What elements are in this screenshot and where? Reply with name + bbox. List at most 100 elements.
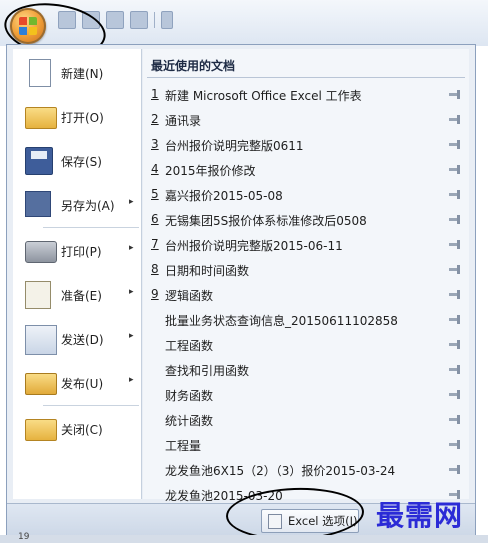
- recent-document-item[interactable]: 9 逻辑函数: [143, 283, 469, 308]
- pin-glyph: [449, 163, 461, 175]
- save-as-icon: [25, 191, 51, 217]
- pin-icon[interactable]: [449, 138, 461, 150]
- recent-item-name: 逻辑函数: [165, 289, 214, 303]
- pin-icon[interactable]: [449, 263, 461, 275]
- pin-icon[interactable]: [449, 188, 461, 200]
- menu-item-save-as[interactable]: 另存为(A) ▸: [13, 185, 141, 225]
- recent-item-number: 3: [151, 137, 159, 151]
- submenu-arrow-icon: ▸: [129, 375, 134, 385]
- menu-item-label: 新建(N): [61, 67, 104, 81]
- recent-document-item[interactable]: 查找和引用函数: [143, 358, 469, 383]
- save-disk-icon: [25, 147, 53, 175]
- header-divider: [147, 77, 465, 78]
- pin-icon[interactable]: [449, 213, 461, 225]
- pin-icon[interactable]: [449, 88, 461, 100]
- menu-item-label: 发送(D): [61, 333, 104, 347]
- pin-glyph: [449, 363, 461, 375]
- submenu-arrow-icon: ▸: [129, 243, 134, 253]
- recent-document-item[interactable]: 3 台州报价说明完整版0611: [143, 133, 469, 158]
- recent-document-item[interactable]: 4 2015年报价修改: [143, 158, 469, 183]
- pin-icon[interactable]: [449, 438, 461, 450]
- menu-item-open[interactable]: 打开(O): [13, 97, 141, 137]
- menu-item-prepare[interactable]: 准备(E) ▸: [13, 275, 141, 315]
- recent-document-item[interactable]: 2 通讯录: [143, 108, 469, 133]
- pin-glyph: [449, 388, 461, 400]
- watermark-text: 最需网: [376, 499, 464, 532]
- print-preview-icon[interactable]: [130, 11, 148, 29]
- recent-document-item[interactable]: 7 台州报价说明完整版2015-06-11: [143, 233, 469, 258]
- pin-icon[interactable]: [449, 113, 461, 125]
- sheet-row-strip: 19: [0, 532, 488, 543]
- pin-icon[interactable]: [449, 288, 461, 300]
- recent-document-item[interactable]: 工程量: [143, 433, 469, 458]
- recent-item-name: 新建 Microsoft Office Excel 工作表: [165, 89, 362, 103]
- submenu-arrow-icon: ▸: [129, 197, 134, 207]
- recent-item-number: 1: [151, 87, 159, 101]
- menu-item-new[interactable]: 新建(N): [13, 53, 141, 93]
- pin-icon[interactable]: [449, 413, 461, 425]
- menu-commands: 新建(N) 打开(O) 保存(S) 另存为(A) ▸ 打印(P) ▸ 准备(E)…: [13, 49, 142, 499]
- menu-divider: [43, 405, 139, 406]
- publish-icon: [25, 373, 57, 395]
- prepare-icon: [25, 281, 51, 309]
- menu-divider: [43, 227, 139, 228]
- pin-glyph: [449, 263, 461, 275]
- close-folder-icon: [25, 419, 57, 441]
- menu-item-label: 关闭(C): [61, 423, 103, 437]
- menu-item-publish[interactable]: 发布(U) ▸: [13, 363, 141, 403]
- recent-documents-panel: 最近使用的文档 1 新建 Microsoft Office Excel 工作表 2 通…: [143, 49, 469, 503]
- pin-glyph: [449, 88, 461, 100]
- pin-glyph: [449, 238, 461, 250]
- customize-dropdown-icon[interactable]: [161, 11, 173, 29]
- recent-document-item[interactable]: 统计函数: [143, 408, 469, 433]
- menu-item-save[interactable]: 保存(S): [13, 141, 141, 181]
- recent-document-item[interactable]: 5 嘉兴报价2015-05-08: [143, 183, 469, 208]
- recent-document-item[interactable]: 1 新建 Microsoft Office Excel 工作表: [143, 83, 469, 108]
- recent-item-number: 9: [151, 287, 159, 301]
- menu-item-label: 保存(S): [61, 155, 102, 169]
- recent-item-name: 台州报价说明完整版0611: [165, 139, 304, 153]
- menu-item-label: 准备(E): [61, 289, 102, 303]
- recent-item-number: 6: [151, 212, 159, 226]
- recent-document-item[interactable]: 龙发鱼池6X15（2）（3）报价2015-03-24: [143, 458, 469, 483]
- pin-icon[interactable]: [449, 363, 461, 375]
- recent-document-item[interactable]: 工程函数: [143, 333, 469, 358]
- pin-icon[interactable]: [449, 313, 461, 325]
- printer-icon: [25, 241, 57, 263]
- toolbar-divider: [154, 12, 155, 28]
- recent-item-name: 财务函数: [165, 389, 214, 403]
- recent-document-item[interactable]: 批量业务状态查询信息_20150611102858: [143, 308, 469, 333]
- pin-glyph: [449, 188, 461, 200]
- pin-icon[interactable]: [449, 238, 461, 250]
- recent-item-number: 4: [151, 162, 159, 176]
- pin-icon[interactable]: [449, 463, 461, 475]
- recent-item-name: 无锡集团5S报价体系标准修改后0508: [165, 214, 367, 228]
- recent-document-item[interactable]: 财务函数: [143, 383, 469, 408]
- menu-item-print[interactable]: 打印(P) ▸: [13, 231, 141, 271]
- recent-item-name: 龙发鱼池6X15（2）（3）报价2015-03-24: [165, 464, 396, 478]
- pin-glyph: [449, 313, 461, 325]
- send-icon: [25, 325, 57, 355]
- pin-icon[interactable]: [449, 338, 461, 350]
- recent-documents-header: 最近使用的文档: [151, 59, 236, 73]
- recent-item-name: 查找和引用函数: [165, 364, 250, 378]
- menu-item-label: 另存为(A): [61, 199, 115, 213]
- pin-icon[interactable]: [449, 163, 461, 175]
- row-number: 19: [18, 532, 30, 542]
- menu-item-label: 发布(U): [61, 377, 104, 391]
- recent-document-item[interactable]: 8 日期和时间函数: [143, 258, 469, 283]
- recent-item-number: 2: [151, 112, 159, 126]
- pin-icon[interactable]: [449, 388, 461, 400]
- recent-item-name: 台州报价说明完整版2015-06-11: [165, 239, 343, 253]
- new-document-icon: [29, 59, 51, 87]
- menu-item-close[interactable]: 关闭(C): [13, 409, 141, 449]
- pin-glyph: [449, 438, 461, 450]
- recent-document-item[interactable]: 6 无锡集团5S报价体系标准修改后0508: [143, 208, 469, 233]
- recent-item-number: 5: [151, 187, 159, 201]
- submenu-arrow-icon: ▸: [129, 331, 134, 341]
- redo-icon[interactable]: [106, 11, 124, 29]
- pin-glyph: [449, 463, 461, 475]
- pin-glyph: [449, 413, 461, 425]
- menu-item-label: 打开(O): [61, 111, 104, 125]
- menu-item-send[interactable]: 发送(D) ▸: [13, 319, 141, 359]
